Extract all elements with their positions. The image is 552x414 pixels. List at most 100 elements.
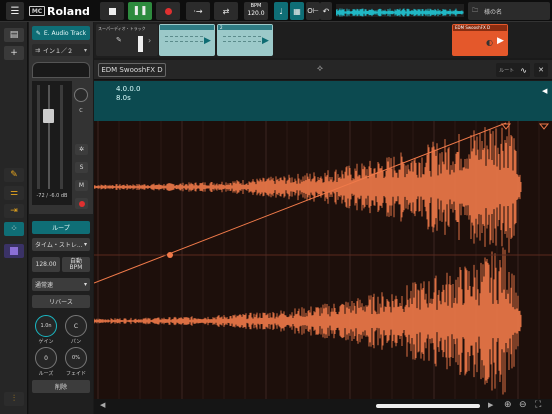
loose-label: ルーズ (38, 371, 54, 377)
loop-toggle[interactable]: ループ (32, 221, 90, 234)
play-clip-icon: ▶ (497, 36, 504, 46)
bpm-display[interactable]: BPM 120.0 (244, 2, 268, 20)
loop-label: ループ (52, 225, 70, 232)
export-button[interactable]: ⇥ (4, 204, 24, 218)
close-button[interactable]: ✕ (534, 63, 548, 77)
settings-button[interactable]: ⫶ (4, 392, 24, 406)
record-arm-icon (78, 200, 85, 207)
mode-label: 通常速 (35, 282, 54, 289)
input-label: イン１／２ (43, 47, 74, 55)
region-start: 4.0.0.0 (116, 85, 141, 93)
sampler-button[interactable] (4, 244, 24, 258)
waveform-editor[interactable] (94, 121, 552, 399)
gain-label: ゲイン (38, 339, 54, 345)
mute-button[interactable]: M (75, 180, 88, 191)
pen-tool-button[interactable]: ✎ (4, 168, 24, 182)
sliders-icon: ⫶ (12, 394, 16, 404)
follow-button[interactable]: ·→ (186, 2, 210, 20)
input-selector[interactable]: ⇉ イン１／２ ▾ (32, 44, 90, 56)
tracks-icon: ▤ (9, 30, 19, 40)
clip-1[interactable]: ▶ (159, 24, 215, 56)
pan-knob[interactable] (74, 88, 88, 102)
clip-selected[interactable]: EDM SwooshFX D ◐ ▶ (452, 24, 508, 56)
fx-button[interactable]: ✲ (75, 144, 88, 155)
mute-label: M (78, 182, 85, 189)
editor-title[interactable]: EDM SwooshFX D (98, 63, 166, 77)
envelope-icon: ∿ (520, 65, 527, 75)
gain-knob[interactable]: 1.0n (35, 315, 57, 337)
input-icon: ⇉ (35, 46, 41, 54)
gear-icon: ✲ (78, 146, 85, 153)
fader-icon (138, 36, 143, 52)
stretch-selector[interactable]: タイム・ストレ... ▾ (32, 238, 90, 251)
chevron-right-icon: › (148, 36, 152, 45)
mode-selector[interactable]: 通常速 ▾ (32, 278, 90, 291)
overview-waveform[interactable] (336, 4, 464, 17)
top-toolbar: ☰ MC Roland ❚❚ ·→ ⇄ BPM 120.0 ♩ ▦ O⊢ ↶ 🗀… (0, 0, 552, 22)
loose-value: 0 (44, 354, 48, 362)
track-type-button[interactable]: ✎ E. Audio Track (32, 26, 90, 40)
loop-icon: ⇄ (222, 6, 230, 16)
grid-button[interactable]: ▦ (290, 2, 304, 20)
zoom-in-icon[interactable]: ⊕ (504, 400, 512, 410)
play-clip-icon: ▶ (262, 36, 269, 46)
fade-knob[interactable]: 0% (65, 347, 87, 369)
marker-icon[interactable] (538, 123, 550, 130)
pads-icon: ⁘ (10, 224, 18, 234)
loop-button[interactable]: ⇄ (214, 2, 238, 20)
delete-label: 削除 (54, 384, 67, 391)
waveform-graphic (94, 121, 552, 399)
fade-value: 0% (72, 355, 80, 361)
arm-button[interactable] (75, 198, 88, 209)
mixer-button[interactable]: ⚌ (4, 186, 24, 200)
project-button[interactable]: 🗀 様の名 (468, 2, 550, 20)
selected-clip-name: EDM SwooshFX D (453, 25, 507, 31)
reverse-button[interactable]: リバース (32, 295, 90, 308)
track-label: スーパーディオ・トラック (98, 26, 146, 31)
tempo-field[interactable]: 128.00 (32, 257, 60, 272)
clip-row: スーパーディオ・トラック ✎ › ▶ 2 ▶ EDM SwooshFX D ◐ … (94, 22, 552, 58)
region-arrow-icon: ◀ (542, 87, 548, 95)
track-header[interactable]: スーパーディオ・トラック ✎ › (96, 24, 158, 56)
menu-button[interactable]: ☰ (6, 2, 24, 20)
track-inspector: ✎ E. Audio Track ⇉ イン１／２ ▾ -72 / -6.0 dB… (29, 22, 93, 414)
play-button[interactable]: ❚❚ (128, 2, 152, 20)
zoom-out-icon[interactable]: ⊖ (519, 400, 527, 410)
scroll-right-icon[interactable]: ▶ (488, 401, 493, 409)
stop-button[interactable] (100, 2, 124, 20)
undo-button[interactable]: ↶ (320, 2, 332, 20)
loose-knob[interactable]: 0 (35, 347, 57, 369)
square-icon (10, 247, 18, 255)
pen-icon: ✎ (116, 36, 122, 44)
record-icon (164, 7, 172, 15)
tracks-button[interactable]: ▤ (4, 28, 24, 42)
metronome-button[interactable]: ♩ (274, 2, 288, 20)
scroll-left-icon[interactable]: ◀ (100, 401, 105, 409)
fit-icon[interactable]: ⛶ (535, 400, 541, 410)
delete-button[interactable]: 削除 (32, 380, 90, 393)
zoom-handle-icon[interactable]: ⟡ (317, 64, 323, 74)
pan-knob-2[interactable]: C (65, 315, 87, 337)
drum-icon: ◐ (486, 38, 493, 47)
solo-button[interactable]: S (75, 162, 88, 173)
pads-button[interactable]: ⁘ (4, 222, 24, 236)
envelope-preview[interactable] (32, 62, 90, 78)
scroll-thumb[interactable] (376, 404, 480, 408)
record-button[interactable] (156, 2, 180, 20)
reverse-label: リバース (49, 299, 73, 306)
key-button[interactable]: O⊢ (306, 2, 320, 20)
fade-label: フェイド (65, 371, 86, 377)
left-sidebar: ▤ + ✎ ⚌ ⇥ ⁘ ⫶ (0, 22, 28, 414)
folder-icon: 🗀 (472, 7, 479, 14)
project-name: 様の名 (484, 8, 503, 16)
add-button[interactable]: + (4, 46, 24, 60)
region-bar[interactable]: 4.0.0.0 8.0s ◀ (94, 81, 552, 121)
auto-bpm-button[interactable]: 自動 BPM (62, 257, 90, 272)
undo-icon: ↶ (322, 6, 330, 16)
envelope-mode-toggle[interactable]: ルート ∿ (496, 63, 530, 77)
clip-2[interactable]: 2 ▶ (217, 24, 273, 56)
volume-fader[interactable] (43, 109, 54, 123)
pen-small-icon: ✎ (35, 29, 41, 37)
dropdown-icon: ▾ (83, 241, 87, 248)
envelope-point[interactable] (167, 252, 173, 258)
